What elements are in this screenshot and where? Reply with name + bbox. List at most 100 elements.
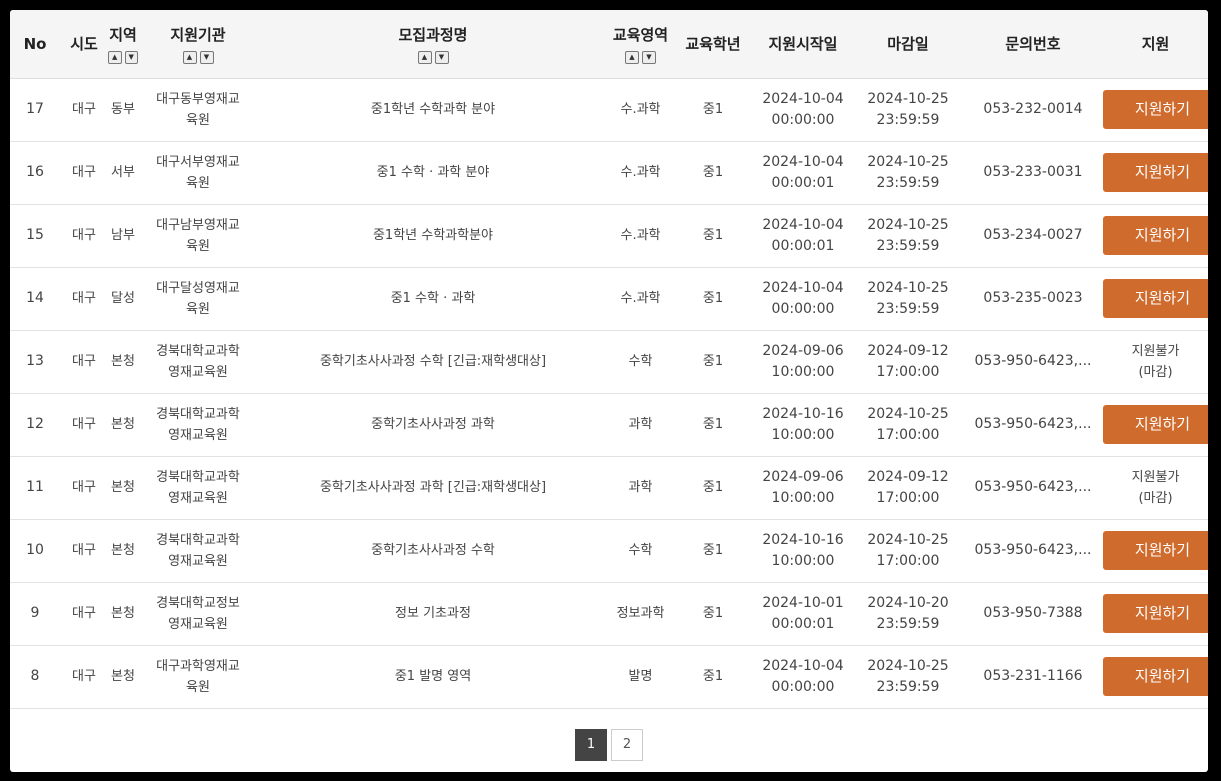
start-time: 10:00:00 — [771, 363, 835, 380]
cell-course: 중1학년 수학과학분야 — [372, 228, 494, 243]
end-time: 23:59:59 — [876, 237, 940, 254]
apply-cell: 지원하기 — [1103, 645, 1208, 708]
apply-button[interactable]: 지원하기 — [1103, 405, 1208, 444]
cell-area: 수.과학 — [620, 291, 661, 306]
cell-phone: 053-232-0014 — [983, 101, 1083, 117]
cell-sido: 대구 — [72, 228, 96, 243]
start-date: 2024-10-04 — [762, 216, 844, 233]
cell-no: 11 — [26, 479, 44, 495]
cell-grade: 중1 — [702, 291, 724, 306]
sort-up-icon[interactable]: ▲ — [625, 50, 639, 64]
header-org: 지원기관 ▲ ▼ — [138, 10, 258, 78]
cell-region: 달성 — [111, 291, 135, 306]
table-row: 17 대구 동부 대구동부영재교 육원 중1학년 수학과학 분야 수.과학 중1 2024-10… — [10, 78, 1208, 141]
apply-cell: 지원하기 — [1103, 267, 1208, 330]
cell-org: 경북대학교과학영재교육원 — [138, 393, 258, 456]
sort-down-icon[interactable]: ▼ — [434, 50, 449, 64]
org-line-1: 경북대학교과학 — [156, 532, 240, 548]
end-date: 2024-10-25 — [867, 90, 949, 107]
cell-grade: 중1 — [702, 228, 724, 243]
start-date: 2024-10-16 — [762, 405, 844, 422]
cell-phone: 053-231-1166 — [983, 668, 1083, 684]
apply-cell: 지원하기 — [1103, 582, 1208, 645]
apply-button[interactable]: 지원하기 — [1103, 153, 1208, 192]
end-date: 2024-10-20 — [867, 594, 949, 611]
cell-area: 과학 — [628, 480, 653, 495]
cell-no: 16 — [26, 164, 44, 180]
org-line-2: 육원 — [186, 238, 210, 254]
cell-region: 본청 — [111, 480, 135, 495]
cell-no: 13 — [26, 353, 44, 369]
cell-area: 수.과학 — [620, 165, 661, 180]
cell-phone: 053-233-0031 — [983, 164, 1083, 180]
cell-sido: 대구 — [72, 606, 96, 621]
apply-button[interactable]: 지원하기 — [1103, 216, 1208, 255]
apply-button[interactable]: 지원하기 — [1103, 594, 1208, 633]
org-line-2: 영재교육원 — [168, 490, 228, 506]
org-line-1: 경북대학교정보 — [156, 595, 240, 611]
pagination: 1 2 — [10, 729, 1208, 761]
apply-button[interactable]: 지원하기 — [1103, 279, 1208, 318]
closed-status-line: 지원불가 — [1131, 469, 1180, 485]
org-line-1: 대구동부영재교 — [156, 91, 240, 107]
sort-up-icon[interactable]: ▲ — [182, 50, 197, 64]
cell-region: 서부 — [111, 165, 135, 180]
page-2-button[interactable]: 2 — [611, 729, 643, 761]
cell-no: 9 — [30, 605, 40, 621]
apply-button[interactable]: 지원하기 — [1103, 531, 1208, 570]
end-date: 2024-10-25 — [867, 216, 949, 233]
cell-end: 2024-10-25 23:59:59 — [853, 204, 963, 267]
cell-no: 8 — [30, 668, 40, 684]
cell-start: 2024-09-06 10:00:00 — [753, 456, 853, 519]
cell-no: 17 — [26, 101, 44, 117]
cell-start: 2024-10-04 00:00:00 — [753, 78, 853, 141]
end-date: 2024-10-25 — [867, 531, 949, 548]
cell-phone: 053-234-0027 — [983, 227, 1083, 243]
cell-grade: 중1 — [702, 543, 724, 558]
cell-org: 대구달성영재교 육원 — [138, 267, 258, 330]
start-time: 00:00:01 — [771, 174, 835, 191]
results-panel: No 시도 지역 ▲▼ 지원기관 ▲▼ 모집과정명 ▲▼ 교육영역 ▲▼ — [10, 10, 1208, 772]
table-header: No 시도 지역 ▲▼ 지원기관 ▲▼ 모집과정명 ▲▼ 교육영역 ▲▼ — [10, 10, 1208, 78]
cell-grade: 중1 — [702, 480, 724, 495]
end-time: 17:00:00 — [876, 426, 940, 443]
cell-grade: 중1 — [702, 165, 724, 180]
cell-area: 과학 — [628, 417, 653, 432]
sort-down-icon[interactable]: ▼ — [124, 50, 138, 64]
sort-down-icon[interactable]: ▼ — [642, 50, 656, 64]
header-area-label: 교육영역 — [612, 25, 669, 44]
cell-area: 수학 — [628, 354, 653, 369]
cell-end: 2024-09-12 17:00:00 — [853, 330, 963, 393]
cell-course: 중1 수학 · 과학 — [390, 291, 476, 306]
end-time: 23:59:59 — [876, 615, 940, 632]
cell-start: 2024-10-04 00:00:01 — [753, 204, 853, 267]
start-date: 2024-10-04 — [762, 279, 844, 296]
closed-status-note: (마감) — [1138, 364, 1173, 380]
org-line-1: 대구남부영재교 — [156, 217, 240, 233]
org-line-2: 육원 — [186, 679, 210, 695]
table-row: 9 대구 본청 경북대학교정보 영재교육원 정보 기초과정 정보과학 중1 2024-10-01… — [10, 582, 1208, 645]
end-time: 23:59:59 — [876, 678, 940, 695]
cell-org: 경북대학교정보영재교육원 — [138, 582, 258, 645]
start-date: 2024-10-16 — [762, 531, 844, 548]
org-line-2: 영재교육원 — [168, 427, 228, 443]
org-line-2: 영재교육원 — [168, 616, 228, 632]
org-line-1: 경북대학교과학 — [156, 406, 240, 422]
end-date: 2024-09-12 — [867, 468, 949, 485]
cell-end: 2024-10-25 17:00:00 — [853, 393, 963, 456]
cell-end: 2024-09-12 17:00:00 — [853, 456, 963, 519]
apply-button[interactable]: 지원하기 — [1103, 657, 1208, 696]
apply-button[interactable]: 지원하기 — [1103, 90, 1208, 129]
closed-status: 지원불가 (마감) — [1103, 341, 1208, 383]
course-table: No 시도 지역 ▲▼ 지원기관 ▲▼ 모집과정명 ▲▼ 교육영역 ▲▼ — [10, 10, 1208, 709]
header-area: 교육영역 ▲ ▼ — [608, 10, 673, 78]
sort-up-icon[interactable]: ▲ — [108, 50, 122, 64]
cell-region: 동부 — [111, 102, 135, 117]
page-1-button[interactable]: 1 — [575, 729, 607, 761]
header-course: 모집과정명 ▲ ▼ — [258, 10, 608, 78]
sort-up-icon[interactable]: ▲ — [417, 50, 432, 64]
start-time: 10:00:00 — [771, 489, 835, 506]
apply-cell: 지원하기 — [1103, 393, 1208, 456]
header-end: 마감일 — [887, 35, 929, 54]
sort-down-icon[interactable]: ▼ — [199, 50, 214, 64]
